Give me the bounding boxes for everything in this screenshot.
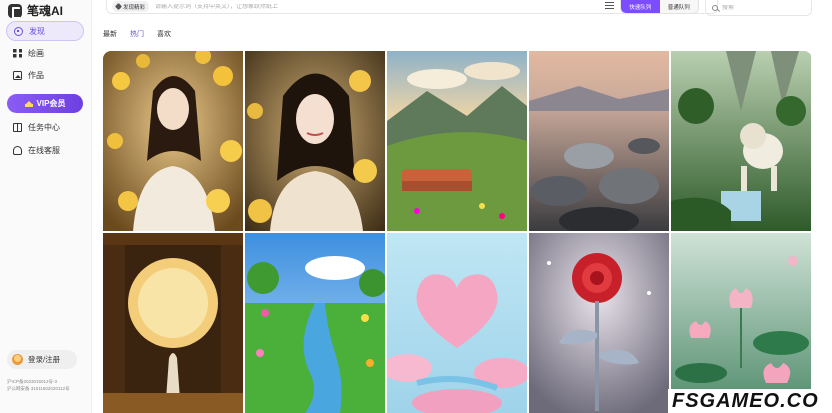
gallery-image[interactable] <box>671 233 811 413</box>
inspire-label: 发现精彩 <box>123 4 146 11</box>
tab-liked[interactable]: 喜欢 <box>157 29 171 39</box>
grid-icon <box>13 48 22 58</box>
sidebar-item-works[interactable]: 作品 <box>6 65 84 85</box>
gallery-image[interactable] <box>245 233 385 413</box>
sidebar-item-label: 作品 <box>28 70 44 80</box>
icp-record[interactable]: 沪ICP备2023015012号-3 <box>7 379 57 385</box>
prompt-input[interactable] <box>155 3 556 10</box>
watermark: FSGAMEO.CO <box>668 389 832 413</box>
inspire-button[interactable]: 发现精彩 <box>112 1 150 12</box>
gallery-image[interactable] <box>529 51 669 231</box>
gallery-image[interactable] <box>245 51 385 231</box>
fast-queue-button[interactable]: 快速队列 <box>621 0 660 13</box>
gift-icon <box>13 122 22 132</box>
normal-queue-button[interactable]: 普通队列 <box>659 0 698 13</box>
login-label: 登录/注册 <box>28 355 61 364</box>
heart-cloud-image <box>387 233 527 413</box>
sidebar-item-label: 发现 <box>29 26 45 36</box>
sidebar: 笔魂AI 发现 绘画 作品 VIP会员 任务中心 在线客服 登录/注册 沪ICP… <box>0 0 92 413</box>
sidebar-item-label: 绘画 <box>28 48 44 58</box>
lotus-pond-image <box>671 233 811 413</box>
police-record[interactable]: 沪公网安备 31011502020112号 <box>7 386 70 392</box>
image-gallery <box>103 51 812 413</box>
sidebar-item-tasks[interactable]: 任务中心 <box>6 117 84 137</box>
tab-latest[interactable]: 最新 <box>103 29 117 39</box>
compass-icon <box>14 26 23 36</box>
woman-portrait-image <box>245 51 385 231</box>
app-logo[interactable]: 笔魂AI <box>8 2 63 19</box>
sofa-meadow-image <box>387 51 527 231</box>
login-button[interactable]: 登录/注册 <box>7 350 77 369</box>
wand-icon <box>114 2 123 11</box>
app-title: 笔魂AI <box>27 4 64 18</box>
gallery-image[interactable] <box>671 51 811 231</box>
gallery-image[interactable] <box>103 233 243 413</box>
crown-icon <box>24 100 33 107</box>
crystal-rose-image <box>529 233 669 413</box>
headset-icon <box>13 145 22 155</box>
gallery-image[interactable] <box>387 51 527 231</box>
settings-sliders-icon[interactable] <box>605 1 614 9</box>
search-icon <box>712 4 718 11</box>
woman-roses-image <box>103 51 243 231</box>
topbar: 发现精彩 快速队列 普通队列 <box>103 0 812 16</box>
search-input[interactable] <box>722 4 802 11</box>
sidebar-item-label: 任务中心 <box>28 122 60 132</box>
moon-gate-image <box>103 233 243 413</box>
logo-icon <box>8 3 22 19</box>
queue-toggle: 快速队列 普通队列 <box>620 0 699 14</box>
gallery-image[interactable] <box>387 233 527 413</box>
vip-button[interactable]: VIP会员 <box>7 94 83 113</box>
search-box <box>705 0 812 16</box>
sidebar-item-discover[interactable]: 发现 <box>6 21 84 41</box>
sidebar-item-draw[interactable]: 绘画 <box>6 43 84 63</box>
image-icon <box>13 70 22 80</box>
feed-tabs: 最新 热门 喜欢 <box>103 29 171 39</box>
white-lion-image <box>671 51 811 231</box>
avatar <box>12 354 23 365</box>
gallery-image[interactable] <box>529 233 669 413</box>
pebble-landscape-image <box>529 51 669 231</box>
tab-hot[interactable]: 热门 <box>130 29 144 39</box>
sidebar-item-label: 在线客服 <box>28 145 60 155</box>
river-meadow-image <box>245 233 385 413</box>
gallery-image[interactable] <box>103 51 243 231</box>
vip-label: VIP会员 <box>36 99 66 108</box>
sidebar-item-support[interactable]: 在线客服 <box>6 140 84 160</box>
